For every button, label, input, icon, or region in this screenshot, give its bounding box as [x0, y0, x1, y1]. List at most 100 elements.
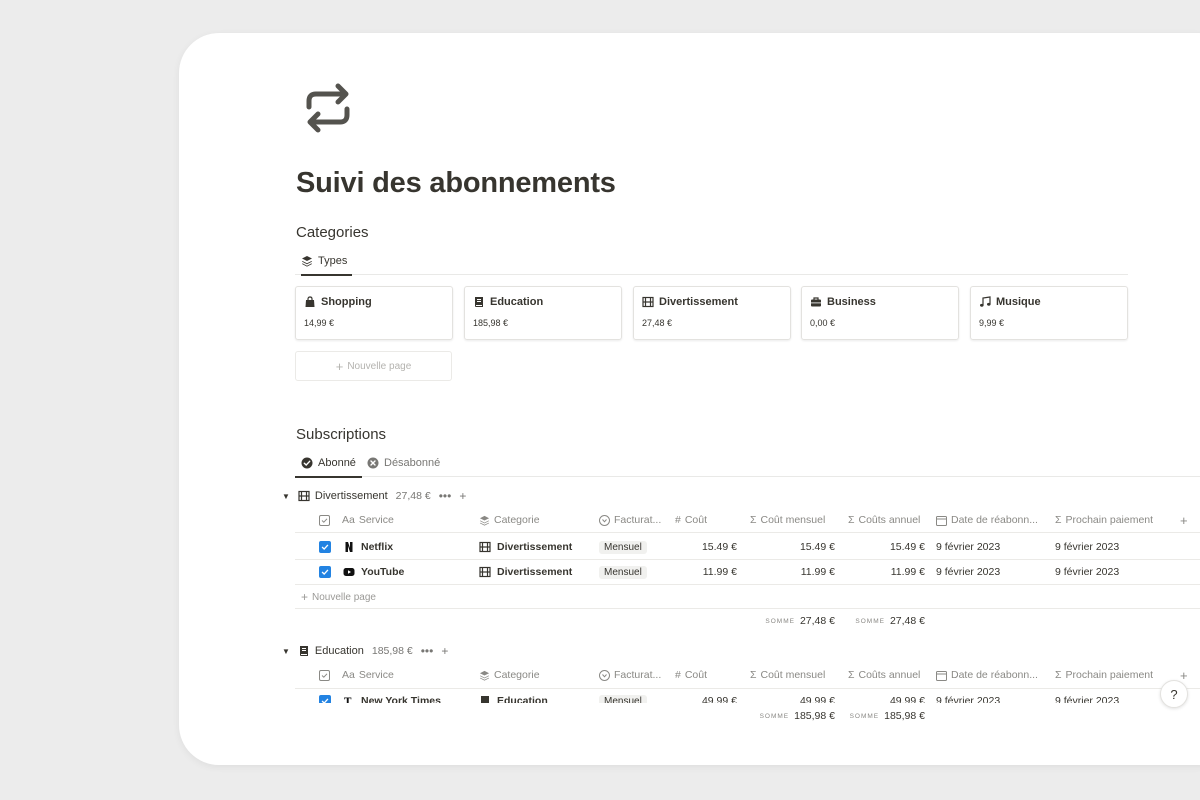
cout-mensuel-cell[interactable]: 49.99 € — [750, 689, 835, 703]
category-card-divertissement[interactable]: Divertissement 27,48 € — [633, 286, 791, 340]
date-cell[interactable]: 9 février 2023 — [936, 535, 1000, 559]
group-header-education[interactable]: ▼ Education 185,98 € ••• + — [282, 641, 448, 661]
row-checkbox[interactable] — [319, 560, 331, 584]
more-options-icon[interactable]: ••• — [439, 489, 452, 503]
tab-desabonne[interactable]: Désabonné — [367, 449, 440, 477]
column-header-service[interactable]: Aa Service — [342, 663, 394, 687]
service-cell[interactable]: YouTube — [343, 560, 404, 584]
column-header-checkbox[interactable] — [319, 663, 330, 687]
facturation-cell[interactable]: Mensuel — [599, 535, 647, 559]
column-header-categorie[interactable]: Categorie — [479, 663, 540, 687]
sigma-icon: Σ — [750, 514, 757, 526]
column-header-service[interactable]: Aa Service — [342, 508, 394, 532]
layers-icon — [479, 515, 490, 526]
new-row-button[interactable]: + Nouvelle page — [301, 585, 376, 609]
table-scroll-viewport: T New York Times Education Mensuel 49.99… — [179, 689, 1200, 703]
tab-types[interactable]: Types — [301, 247, 353, 276]
x-circle-icon — [367, 457, 379, 469]
subscriptions-heading[interactable]: Subscriptions — [296, 426, 386, 443]
column-header-cout[interactable]: # Coût — [675, 508, 707, 532]
film-icon — [642, 296, 654, 308]
facturation-cell[interactable]: Mensuel — [599, 560, 647, 584]
film-icon — [479, 566, 491, 578]
category-name: Education — [490, 296, 544, 308]
repeat-arrows-icon[interactable] — [301, 81, 355, 135]
more-options-icon[interactable]: ••• — [421, 644, 434, 658]
column-header-couts-annuel[interactable]: Σ Coûts annuel — [848, 508, 920, 532]
column-header-facturation[interactable]: Facturat... — [599, 508, 673, 532]
plus-icon: + — [335, 358, 344, 374]
service-cell[interactable]: Netflix — [343, 535, 393, 559]
tab-abonne-label: Abonné — [318, 457, 356, 469]
row-checkbox[interactable] — [319, 689, 331, 703]
column-header-prochain-paiement[interactable]: Σ Prochain paiement — [1055, 663, 1153, 687]
date-cell[interactable]: 9 février 2023 — [936, 560, 1000, 584]
sigma-icon: Σ — [1055, 669, 1062, 681]
youtube-logo-icon — [343, 568, 355, 576]
help-button[interactable]: ? — [1160, 680, 1188, 708]
cout-cell[interactable]: 15.49 € — [675, 535, 737, 559]
prochain-paiement-cell[interactable]: 9 février 2023 — [1055, 560, 1119, 584]
tab-abonne[interactable]: Abonné — [295, 449, 362, 478]
sum-cout-mensuel: SOMME 27,48 € — [765, 615, 835, 627]
service-cell[interactable]: T New York Times — [343, 689, 441, 703]
divider — [295, 608, 1200, 609]
column-header-couts-annuel[interactable]: Σ Coûts annuel — [848, 663, 920, 687]
facturation-pill: Mensuel — [599, 565, 647, 579]
categories-heading[interactable]: Categories — [296, 224, 369, 241]
column-header-categorie[interactable]: Categorie — [479, 508, 540, 532]
category-card-education[interactable]: Education 185,98 € — [464, 286, 622, 340]
facturation-cell[interactable]: Mensuel — [599, 689, 647, 703]
column-header-date[interactable]: Date de réabonn... — [936, 663, 1044, 687]
categorie-cell[interactable]: Divertissement — [479, 535, 572, 559]
column-header-cout[interactable]: # Coût — [675, 663, 707, 687]
category-total: 27,48 € — [642, 318, 673, 328]
cout-mensuel-cell[interactable]: 15.49 € — [750, 535, 835, 559]
plus-icon: + — [301, 590, 309, 604]
toggle-triangle-icon[interactable]: ▼ — [282, 647, 290, 656]
subscriptions-view-tabs: Abonné Désabonné — [295, 449, 1200, 478]
page-title[interactable]: Suivi des abonnements — [296, 167, 616, 200]
column-header-date[interactable]: Date de réabonn... — [936, 508, 1044, 532]
category-card-musique[interactable]: Musique 9,99 € — [970, 286, 1128, 340]
add-column-icon[interactable]: + — [1180, 508, 1188, 532]
category-card-shopping[interactable]: Shopping 14,99 € — [295, 286, 453, 340]
sigma-icon: Σ — [848, 669, 855, 681]
date-cell[interactable]: 9 février 2023 — [936, 689, 1000, 703]
couts-annuel-cell[interactable]: 49.99 € — [848, 689, 925, 703]
column-header-cout-mensuel[interactable]: Σ Coût mensuel — [750, 663, 825, 687]
column-header-checkbox[interactable] — [319, 508, 330, 532]
cout-cell[interactable]: 11.99 € — [675, 560, 737, 584]
category-card-business[interactable]: Business 0,00 € — [801, 286, 959, 340]
row-checkbox[interactable] — [319, 535, 331, 559]
checkbox-icon — [319, 514, 330, 526]
sum-couts-annuel: SOMME 27,48 € — [855, 615, 925, 627]
number-type-icon: # — [675, 669, 681, 681]
add-row-icon[interactable]: + — [459, 489, 466, 503]
group-header-divertissement[interactable]: ▼ Divertissement 27,48 € ••• + — [282, 486, 466, 506]
column-header-prochain-paiement[interactable]: Σ Prochain paiement — [1055, 508, 1153, 532]
category-name: Divertissement — [659, 296, 738, 308]
layers-icon — [302, 256, 312, 267]
cout-cell[interactable]: 49.99 € — [675, 689, 737, 703]
couts-annuel-cell[interactable]: 15.49 € — [848, 535, 925, 559]
column-header-facturation[interactable]: Facturat... — [599, 663, 673, 687]
categorie-cell[interactable]: Divertissement — [479, 560, 572, 584]
film-icon — [298, 490, 310, 502]
new-category-page-button[interactable]: + Nouvelle page — [295, 351, 452, 381]
category-name: Musique — [996, 296, 1041, 308]
prochain-paiement-cell[interactable]: 9 février 2023 — [1055, 535, 1119, 559]
cout-mensuel-cell[interactable]: 11.99 € — [750, 560, 835, 584]
checked-icon — [319, 695, 331, 703]
book-icon — [475, 297, 483, 307]
toggle-triangle-icon[interactable]: ▼ — [282, 492, 290, 501]
couts-annuel-cell[interactable]: 11.99 € — [848, 560, 925, 584]
category-total: 14,99 € — [304, 318, 335, 328]
categorie-cell[interactable]: Education — [479, 689, 548, 703]
sigma-icon: Σ — [750, 669, 757, 681]
column-header-cout-mensuel[interactable]: Σ Coût mensuel — [750, 508, 825, 532]
checked-icon — [319, 541, 331, 553]
group-name: Education — [314, 645, 364, 657]
add-row-icon[interactable]: + — [441, 644, 448, 658]
prochain-paiement-cell[interactable]: 9 février 2023 — [1055, 689, 1119, 703]
